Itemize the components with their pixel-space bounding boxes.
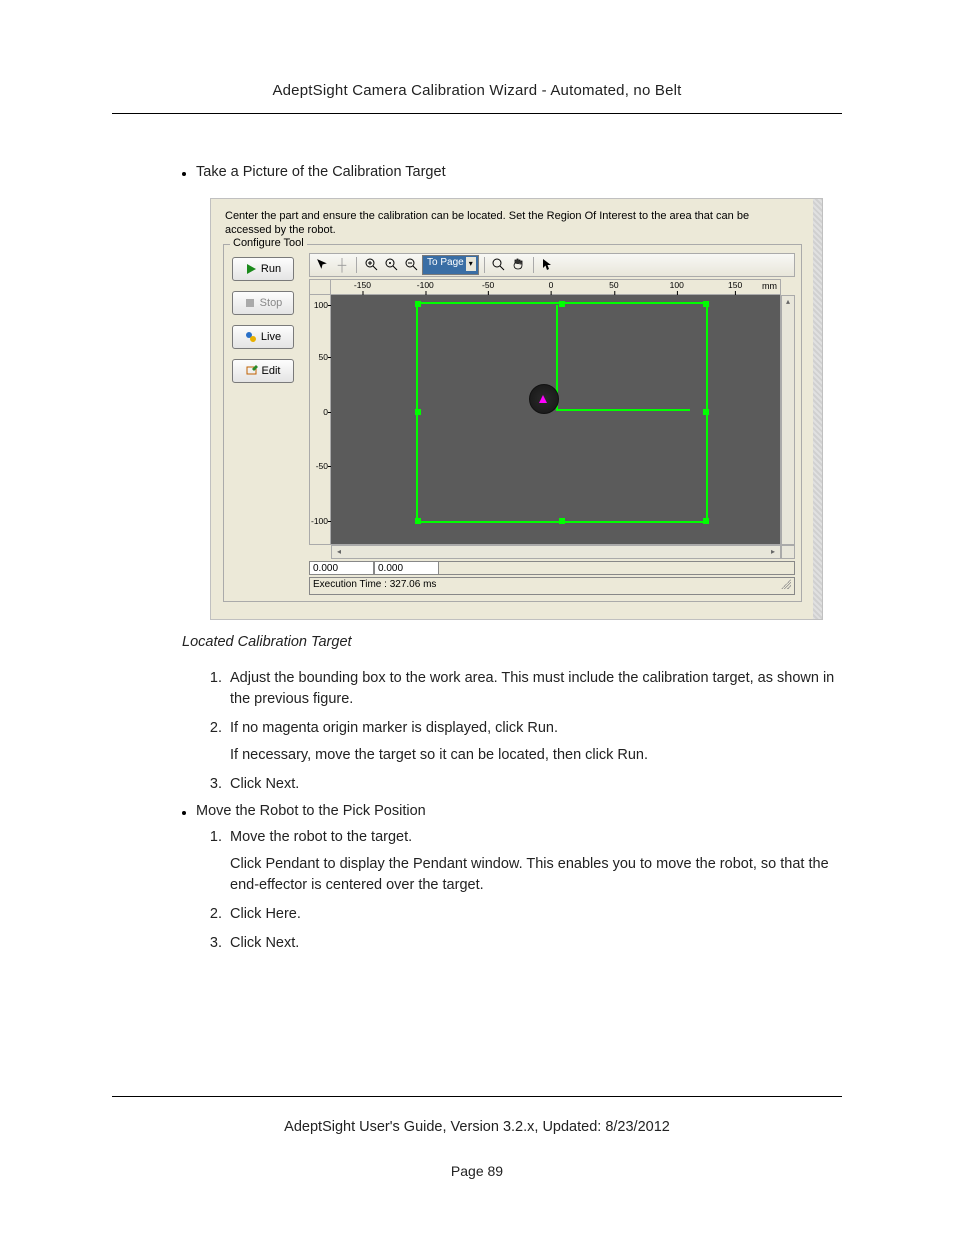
section-heading-b: Move the Robot to the Pick Position: [182, 803, 842, 819]
ruler-x-tick: -100: [417, 280, 434, 290]
roi-handle[interactable]: [703, 301, 709, 307]
ruler-x-tick: 150: [728, 280, 742, 290]
origin-marker-icon: [538, 394, 548, 404]
execution-time-label: Execution Time : 327.06 ms: [313, 579, 436, 593]
step-item: Click Next.: [226, 933, 842, 954]
toolbar-separator: [356, 257, 357, 273]
groupbox-label: Configure Tool: [230, 237, 307, 249]
pan-hand-icon[interactable]: [510, 256, 528, 274]
ruler-horizontal: -150 -100 -50 0 50 100 150 mm: [331, 279, 781, 295]
calibration-wizard-panel: Center the part and ensure the calibrati…: [210, 198, 823, 620]
step-text: Adjust the bounding box to the work area…: [230, 670, 834, 707]
live-icon: [245, 331, 257, 343]
live-button[interactable]: Live: [232, 325, 294, 349]
ruler-vertical: 100 50 0 -50 -100: [309, 295, 331, 545]
ruler-x-tick: -150: [354, 280, 371, 290]
steps-list-b: Move the robot to the target. Click Pend…: [206, 827, 842, 954]
toolbar-separator: [484, 257, 485, 273]
configure-tool-groupbox: Configure Tool Run Stop Live: [223, 244, 802, 602]
footer-text: AdeptSight User's Guide, Version 3.2.x, …: [112, 1119, 842, 1135]
status-coord-x: 0.000: [309, 561, 374, 575]
stop-button-label: Stop: [260, 297, 283, 309]
step-text: Click Next.: [230, 776, 299, 792]
ruler-y-tick: 100: [314, 300, 328, 310]
play-icon: [245, 263, 257, 275]
stop-button[interactable]: Stop: [232, 291, 294, 315]
step-item: Move the robot to the target. Click Pend…: [226, 827, 842, 896]
run-button-label: Run: [261, 263, 281, 275]
step-text: Click Here.: [230, 906, 301, 922]
bullet-icon: [182, 172, 186, 176]
step-subnote: If necessary, move the target so it can …: [230, 745, 842, 766]
status-bar: Execution Time : 327.06 ms: [309, 577, 795, 595]
viewer-toolbar: ┼ To Page: [309, 253, 795, 277]
zoom-mode-dropdown[interactable]: To Page: [422, 255, 479, 275]
edit-button[interactable]: Edit: [232, 359, 294, 383]
page-header-title: AdeptSight Camera Calibration Wizard - A…: [112, 82, 842, 99]
footer-rule: [112, 1096, 842, 1097]
step-subnote: Click Pendant to display the Pendant win…: [230, 854, 842, 896]
roi-handle[interactable]: [559, 301, 565, 307]
step-item: Click Next.: [226, 774, 842, 795]
steps-list-a: Adjust the bounding box to the work area…: [206, 668, 842, 795]
cursor-icon[interactable]: [539, 256, 557, 274]
ruler-x-tick: -50: [482, 280, 494, 290]
ruler-x-tick: 50: [609, 280, 618, 290]
crosshair-icon[interactable]: ┼: [333, 256, 351, 274]
ruler-y-tick: 0: [323, 407, 328, 417]
step-item: Adjust the bounding box to the work area…: [226, 668, 842, 710]
zoom-in-icon[interactable]: [362, 256, 380, 274]
ruler-corner: [309, 279, 331, 295]
page-number: Page 89: [112, 1163, 842, 1179]
stop-icon: [244, 297, 256, 309]
roi-handle[interactable]: [559, 518, 565, 524]
section-b-title: Move the Robot to the Pick Position: [196, 803, 426, 819]
step-text: If no magenta origin marker is displayed…: [230, 720, 558, 736]
panel-scrollbar[interactable]: [813, 199, 822, 619]
edit-icon: [246, 365, 258, 377]
live-button-label: Live: [261, 331, 281, 343]
roi-handle[interactable]: [703, 409, 709, 415]
figure-caption: Located Calibration Target: [182, 634, 842, 650]
ruler-x-tick: 0: [549, 280, 554, 290]
zoom-region-icon[interactable]: [490, 256, 508, 274]
toolbar-separator: [533, 257, 534, 273]
roi-handle[interactable]: [415, 518, 421, 524]
step-item: Click Here.: [226, 904, 842, 925]
edit-button-label: Edit: [262, 365, 281, 377]
roi-handle[interactable]: [703, 518, 709, 524]
screenshot-figure: Center the part and ensure the calibrati…: [210, 198, 842, 620]
roi-handle[interactable]: [415, 409, 421, 415]
roi-handle[interactable]: [415, 301, 421, 307]
status-coord-y: 0.000: [374, 561, 439, 575]
scrollbar-corner: [781, 545, 795, 559]
section-a-title: Take a Picture of the Calibration Target: [196, 164, 446, 180]
step-text: Move the robot to the target.: [230, 829, 412, 845]
ruler-x-tick: 100: [670, 280, 684, 290]
viewer-horizontal-scrollbar[interactable]: [331, 545, 781, 559]
run-button[interactable]: Run: [232, 257, 294, 281]
bullet-icon: [182, 811, 186, 815]
step-text: Click Next.: [230, 935, 299, 951]
section-heading-a: Take a Picture of the Calibration Target: [182, 164, 842, 180]
viewer-vertical-scrollbar[interactable]: [781, 295, 795, 545]
resize-grip-icon[interactable]: [781, 579, 791, 589]
header-rule: [112, 113, 842, 114]
roi-bounding-box[interactable]: [416, 302, 707, 523]
pointer-select-icon[interactable]: [313, 256, 331, 274]
zoom-fit-icon[interactable]: [382, 256, 400, 274]
ruler-y-tick: -50: [316, 461, 328, 471]
step-item: If no magenta origin marker is displayed…: [226, 718, 842, 766]
ruler-y-tick: -100: [311, 516, 328, 526]
status-filler: [439, 561, 795, 575]
camera-view-canvas[interactable]: [331, 295, 781, 545]
ruler-y-tick: 50: [319, 352, 328, 362]
image-viewer: ┼ To Page: [309, 253, 795, 595]
zoom-out-icon[interactable]: [402, 256, 420, 274]
ruler-unit: mm: [762, 281, 777, 291]
roi-axis-x: [556, 409, 691, 411]
